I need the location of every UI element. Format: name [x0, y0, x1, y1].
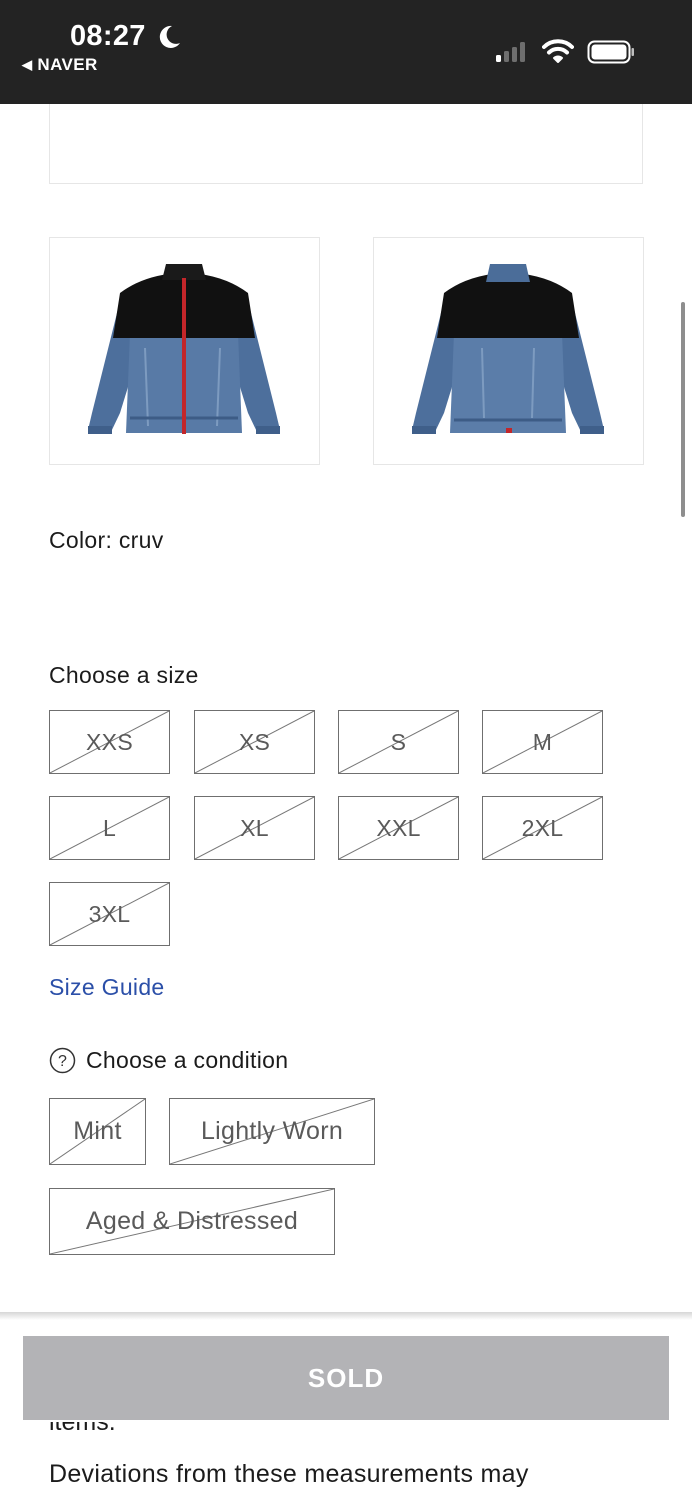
- condition-option-label: Aged & Distressed: [85, 1207, 299, 1235]
- back-triangle-icon: ◀: [22, 57, 33, 72]
- wifi-icon: [542, 39, 574, 63]
- cellular-signal-icon: [496, 42, 525, 62]
- product-image-back[interactable]: [373, 237, 644, 465]
- condition-header: ? Choose a condition: [49, 1047, 288, 1074]
- svg-text:?: ?: [58, 1053, 67, 1070]
- condition-section-title: Choose a condition: [86, 1047, 289, 1073]
- moon-icon: [159, 25, 180, 48]
- size-option-label: S: [390, 728, 407, 755]
- jacket-front-image: [88, 264, 280, 434]
- size-option-label: XXS: [86, 728, 133, 755]
- condition-option-aged-distressed[interactable]: Aged & Distressed: [49, 1188, 335, 1255]
- status-bar: 08:27 ◀ NAVER: [0, 0, 692, 104]
- description-clipped-text: items.: [49, 1422, 116, 1436]
- status-time: 08:27: [70, 20, 146, 52]
- question-circle-icon[interactable]: ?: [49, 1047, 76, 1074]
- previous-image-box: [49, 104, 643, 184]
- size-option-label: M: [532, 728, 553, 755]
- size-option-2xl[interactable]: 2XL: [482, 796, 603, 860]
- size-option-3xl[interactable]: 3XL: [49, 882, 170, 946]
- sold-button[interactable]: SOLD: [23, 1336, 669, 1420]
- size-option-l[interactable]: L: [49, 796, 170, 860]
- description-clipped-line: items.: [49, 1422, 116, 1446]
- description-line: Deviations from these measurements may: [49, 1460, 529, 1488]
- size-option-label: XL: [240, 814, 269, 841]
- size-option-xs[interactable]: XS: [194, 710, 315, 774]
- size-option-s[interactable]: S: [338, 710, 459, 774]
- size-option-label: XS: [238, 728, 271, 755]
- size-option-label: 2XL: [521, 814, 564, 841]
- size-option-xl[interactable]: XL: [194, 796, 315, 860]
- scrollbar-thumb[interactable]: [681, 302, 685, 517]
- battery-icon: [587, 40, 634, 64]
- condition-option-label: Mint: [73, 1117, 122, 1145]
- sticky-bar-shadow: [0, 1312, 692, 1320]
- back-app-label: NAVER: [37, 55, 98, 74]
- size-option-m[interactable]: M: [482, 710, 603, 774]
- size-option-label: 3XL: [88, 900, 131, 927]
- size-option-xxl[interactable]: XXL: [338, 796, 459, 860]
- size-guide-link[interactable]: Size Guide: [49, 974, 165, 1001]
- size-option-label: L: [102, 814, 117, 841]
- condition-option-label: Lightly Worn: [200, 1117, 344, 1145]
- jacket-back-image: [412, 264, 604, 434]
- product-image-front[interactable]: [49, 237, 320, 465]
- condition-option-mint[interactable]: Mint: [49, 1098, 146, 1165]
- size-option-label: XXL: [376, 814, 421, 841]
- back-to-app-button[interactable]: ◀ NAVER: [22, 55, 98, 75]
- size-option-xxs[interactable]: XXS: [49, 710, 170, 774]
- condition-option-lightly-worn[interactable]: Lightly Worn: [169, 1098, 375, 1165]
- color-label: Color: cruv: [49, 527, 164, 553]
- size-section-title: Choose a size: [49, 662, 199, 688]
